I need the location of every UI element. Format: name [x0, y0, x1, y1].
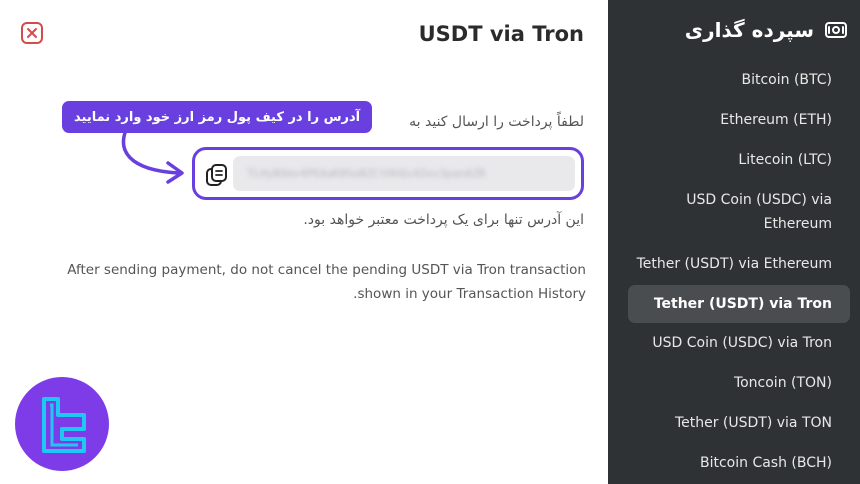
sidebar-item-label: Tether (USDT) via TON	[674, 415, 832, 431]
curved-arrow-icon	[121, 128, 184, 184]
sidebar-item-usdt-ton[interactable]: Tether (USDT) via TON	[628, 411, 850, 435]
validity-note: این آدرس تنها برای یک پرداخت معتبر خواهد…	[303, 212, 584, 228]
sidebar-item-usdt-tron[interactable]: Tether (USDT) via Tron	[628, 285, 850, 323]
page-title: USDT via Tron	[418, 22, 584, 46]
sidebar-item-label: Tether (USDT) via Ethereum	[636, 256, 832, 272]
copy-button[interactable]	[204, 162, 230, 188]
close-icon	[27, 28, 37, 38]
address-box: TLHyBXmv4PEAaK8SoBZCtHhQs4Zev3panAZR	[192, 147, 584, 200]
sidebar-item-btc[interactable]: Bitcoin (BTC)	[628, 68, 850, 92]
sidebar-item-ltc[interactable]: Litecoin (LTC)	[628, 148, 850, 172]
close-button[interactable]	[21, 22, 43, 44]
sidebar: سپرده گذاری Bitcoin (BTC) Ethereum (ETH)…	[608, 0, 860, 484]
main-panel: USDT via Tron لطفاً پرداخت را ارسال کنید…	[0, 0, 608, 484]
deposit-window: USDT via Tron لطفاً پرداخت را ارسال کنید…	[0, 0, 860, 484]
wallet-address: TLHyBXmv4PEAaK8SoBZCtHhQs4Zev3panAZR	[247, 167, 486, 180]
brand-logo	[15, 377, 109, 471]
sidebar-item-bch[interactable]: Bitcoin Cash (BCH)	[628, 451, 850, 475]
sidebar-item-ton[interactable]: Toncoin (TON)	[628, 371, 850, 395]
cash-icon	[825, 22, 847, 38]
sidebar-item-label: Ethereum (ETH)	[720, 112, 832, 128]
sidebar-item-label: USD Coin (USDC) via Ethereum	[686, 192, 832, 232]
address-field[interactable]: TLHyBXmv4PEAaK8SoBZCtHhQs4Zev3panAZR	[233, 156, 575, 191]
callout-badge: آدرس را در کیف پول رمز ارز خود وارد نمای…	[62, 101, 373, 133]
sidebar-item-label: Litecoin (LTC)	[738, 152, 832, 168]
payment-warning: After sending payment, do not cancel the…	[67, 262, 586, 302]
logo-mark-icon	[42, 397, 86, 453]
sidebar-item-label: Tether (USDT) via Tron	[653, 296, 832, 312]
sidebar-header: سپرده گذاری	[685, 18, 848, 42]
sidebar-item-usdc-eth[interactable]: USD Coin (USDC) via Ethereum	[628, 188, 850, 236]
sidebar-item-usdc-tron[interactable]: USD Coin (USDC) via Tron	[628, 331, 850, 355]
send-instruction: لطفاً پرداخت را ارسال کنید به	[409, 114, 584, 130]
sidebar-item-label: Bitcoin Cash (BCH)	[699, 455, 832, 471]
copy-icon	[206, 164, 227, 186]
sidebar-item-label: USD Coin (USDC) via Tron	[652, 335, 832, 351]
sidebar-item-eth[interactable]: Ethereum (ETH)	[628, 108, 850, 132]
sidebar-title: سپرده گذاری	[684, 18, 814, 42]
sidebar-item-label: Bitcoin (BTC)	[741, 72, 833, 88]
sidebar-item-label: Toncoin (TON)	[733, 375, 832, 391]
sidebar-item-usdt-eth[interactable]: Tether (USDT) via Ethereum	[628, 252, 850, 276]
